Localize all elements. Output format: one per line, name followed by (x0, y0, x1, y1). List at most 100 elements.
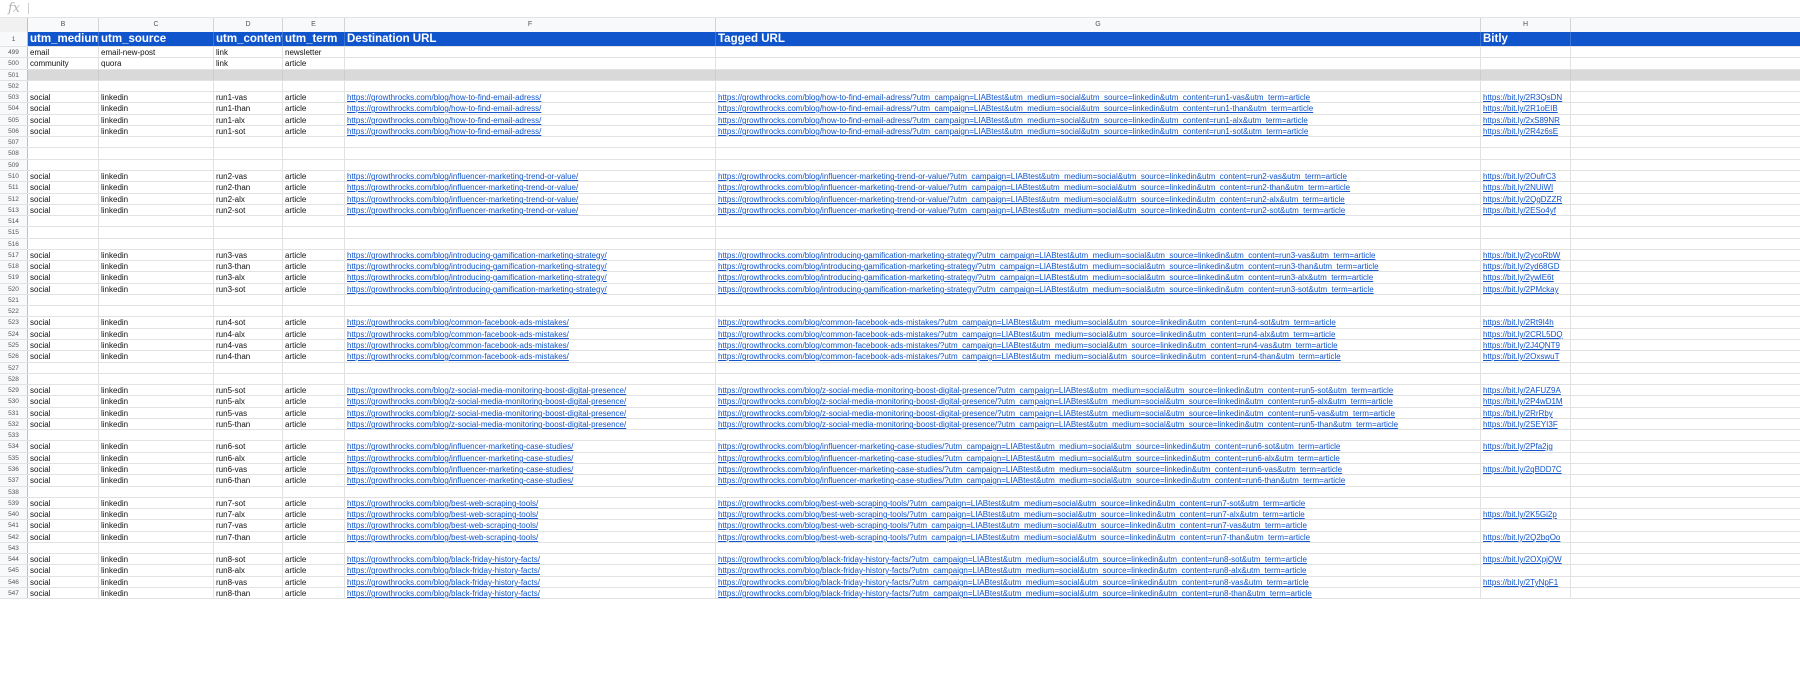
row-number[interactable]: 503 (0, 92, 28, 102)
tagged-url-cell[interactable]: https://growthrocks.com/blog/z-social-me… (716, 419, 1481, 429)
row-number[interactable]: 532 (0, 419, 28, 429)
utm-term-cell[interactable] (283, 81, 345, 91)
tagged-url-cell[interactable]: https://growthrocks.com/blog/common-face… (716, 317, 1481, 328)
utm-medium-cell[interactable]: social (28, 554, 99, 564)
destination-url-cell[interactable] (345, 137, 716, 147)
tagged-url-cell[interactable] (716, 543, 1481, 553)
destination-url-cell[interactable] (345, 148, 716, 159)
utm-source-cell[interactable] (99, 306, 214, 316)
row-number[interactable]: 1 (0, 32, 28, 46)
tagged-url-cell[interactable]: https://growthrocks.com/blog/introducing… (716, 272, 1481, 283)
bitly-cell[interactable]: https://bit.ly/2CRL5DQ (1481, 329, 1571, 339)
tagged-url-cell[interactable] (716, 47, 1481, 57)
tagged-url-cell[interactable]: https://growthrocks.com/blog/black-frida… (716, 554, 1481, 564)
row-number[interactable]: 537 (0, 475, 28, 486)
utm-content-cell[interactable] (214, 430, 283, 440)
tagged-url-cell[interactable] (716, 239, 1481, 249)
utm-term-cell[interactable] (283, 227, 345, 238)
tagged-url-cell[interactable]: https://growthrocks.com/blog/influencer-… (716, 441, 1481, 452)
utm-content-cell[interactable]: run4-alx (214, 329, 283, 339)
utm-term-cell[interactable]: newsletter (283, 47, 345, 57)
header-cell[interactable]: utm_medium (28, 32, 99, 46)
header-cell[interactable]: Tagged URL (716, 32, 1481, 46)
utm-medium-cell[interactable]: social (28, 498, 99, 508)
row-number[interactable]: 526 (0, 351, 28, 362)
bitly-cell[interactable]: https://bit.ly/2J4QNT9 (1481, 340, 1571, 350)
utm-medium-cell[interactable]: email (28, 47, 99, 57)
utm-term-cell[interactable] (283, 430, 345, 440)
utm-content-cell[interactable] (214, 374, 283, 384)
tagged-url-cell[interactable]: https://growthrocks.com/blog/influencer-… (716, 182, 1481, 193)
bitly-cell[interactable]: https://bit.ly/2K5Gi2p (1481, 509, 1571, 519)
utm-content-cell[interactable]: run1-sot (214, 126, 283, 136)
bitly-cell[interactable] (1481, 543, 1571, 553)
row-number[interactable]: 542 (0, 532, 28, 542)
utm-term-cell[interactable] (283, 363, 345, 373)
row-number[interactable]: 529 (0, 385, 28, 395)
bitly-cell[interactable]: https://bit.ly/2yd68GD (1481, 261, 1571, 271)
utm-source-cell[interactable]: email-new-post (99, 47, 214, 57)
utm-content-cell[interactable]: run7-than (214, 532, 283, 542)
bitly-cell[interactable]: https://bit.ly/2ywlE6t (1481, 272, 1571, 283)
destination-url-cell[interactable]: https://growthrocks.com/blog/z-social-me… (345, 408, 716, 418)
utm-term-cell[interactable]: article (283, 261, 345, 271)
utm-source-cell[interactable]: linkedin (99, 317, 214, 328)
utm-source-cell[interactable]: linkedin (99, 532, 214, 542)
bitly-cell[interactable] (1481, 295, 1571, 305)
utm-medium-cell[interactable]: social (28, 532, 99, 542)
tagged-url-cell[interactable]: https://growthrocks.com/blog/how-to-find… (716, 92, 1481, 102)
utm-term-cell[interactable]: article (283, 520, 345, 531)
utm-content-cell[interactable] (214, 216, 283, 226)
utm-medium-cell[interactable]: social (28, 272, 99, 283)
destination-url-cell[interactable] (345, 47, 716, 57)
tagged-url-cell[interactable] (716, 81, 1481, 91)
bitly-cell[interactable] (1481, 160, 1571, 170)
tagged-url-cell[interactable]: https://growthrocks.com/blog/influencer-… (716, 194, 1481, 204)
utm-content-cell[interactable]: run6-alx (214, 453, 283, 463)
utm-term-cell[interactable]: article (283, 103, 345, 114)
tagged-url-cell[interactable] (716, 216, 1481, 226)
bitly-cell[interactable] (1481, 453, 1571, 463)
tagged-url-cell[interactable]: https://growthrocks.com/blog/z-social-me… (716, 408, 1481, 418)
tagged-url-cell[interactable]: https://growthrocks.com/blog/introducing… (716, 261, 1481, 271)
utm-medium-cell[interactable]: social (28, 577, 99, 587)
row-number[interactable]: 535 (0, 453, 28, 463)
bitly-cell[interactable] (1481, 520, 1571, 531)
bitly-cell[interactable]: https://bit.ly/2Pfa2jg (1481, 441, 1571, 452)
bitly-cell[interactable] (1481, 588, 1571, 598)
destination-url-cell[interactable]: https://growthrocks.com/blog/introducing… (345, 250, 716, 260)
utm-source-cell[interactable]: linkedin (99, 441, 214, 452)
bitly-cell[interactable]: https://bit.ly/2OufrC3 (1481, 171, 1571, 181)
utm-medium-cell[interactable] (28, 363, 99, 373)
destination-url-cell[interactable] (345, 81, 716, 91)
bitly-cell[interactable]: https://bit.ly/2ESo4yf (1481, 205, 1571, 215)
bitly-cell[interactable]: https://bit.ly/2xS89NR (1481, 115, 1571, 125)
utm-medium-cell[interactable]: social (28, 340, 99, 350)
row-number[interactable]: 501 (0, 70, 28, 80)
utm-content-cell[interactable]: run8-than (214, 588, 283, 598)
destination-url-cell[interactable]: https://growthrocks.com/blog/common-face… (345, 351, 716, 362)
utm-medium-cell[interactable]: social (28, 284, 99, 294)
utm-source-cell[interactable]: linkedin (99, 103, 214, 114)
tagged-url-cell[interactable] (716, 295, 1481, 305)
utm-content-cell[interactable] (214, 137, 283, 147)
utm-source-cell[interactable] (99, 363, 214, 373)
utm-source-cell[interactable]: linkedin (99, 577, 214, 587)
utm-source-cell[interactable] (99, 430, 214, 440)
destination-url-cell[interactable]: https://growthrocks.com/blog/influencer-… (345, 441, 716, 452)
row-number[interactable]: 539 (0, 498, 28, 508)
column-header-d[interactable]: D (214, 18, 283, 32)
utm-medium-cell[interactable]: social (28, 464, 99, 474)
bitly-cell[interactable] (1481, 374, 1571, 384)
tagged-url-cell[interactable]: https://growthrocks.com/blog/common-face… (716, 351, 1481, 362)
utm-term-cell[interactable]: article (283, 441, 345, 452)
utm-source-cell[interactable]: linkedin (99, 272, 214, 283)
utm-content-cell[interactable]: run2-vas (214, 171, 283, 181)
utm-medium-cell[interactable] (28, 306, 99, 316)
utm-content-cell[interactable]: run8-sot (214, 554, 283, 564)
utm-medium-cell[interactable]: social (28, 351, 99, 362)
utm-content-cell[interactable]: run7-vas (214, 520, 283, 531)
utm-source-cell[interactable]: quora (99, 58, 214, 69)
destination-url-cell[interactable]: https://growthrocks.com/blog/introducing… (345, 272, 716, 283)
row-number[interactable]: 543 (0, 543, 28, 553)
